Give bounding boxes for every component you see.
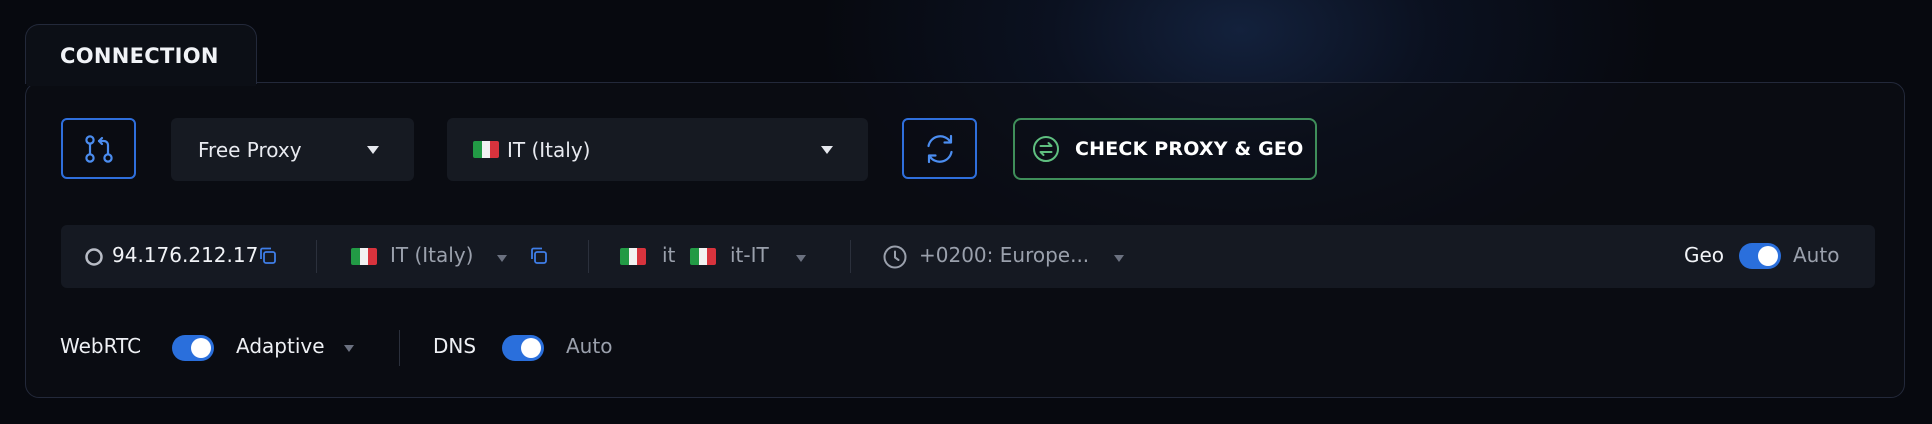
copy-icon[interactable] bbox=[529, 246, 549, 266]
git-compare-icon bbox=[84, 134, 113, 163]
language-short: it bbox=[662, 243, 676, 267]
panel-title: CONNECTION bbox=[60, 44, 219, 68]
webrtc-toggle[interactable] bbox=[172, 335, 214, 361]
swap-proxy-button[interactable] bbox=[61, 118, 136, 179]
geo-label: Geo bbox=[1684, 243, 1725, 267]
refresh-icon bbox=[926, 134, 953, 163]
proxy-type-select[interactable]: Free Proxy bbox=[171, 118, 414, 181]
chevron-down-icon bbox=[344, 345, 354, 352]
webrtc-label: WebRTC bbox=[60, 334, 142, 358]
chevron-down-icon bbox=[497, 255, 507, 262]
copy-icon[interactable] bbox=[258, 246, 278, 266]
divider bbox=[399, 330, 400, 366]
chevron-down-icon bbox=[1114, 255, 1124, 262]
toggle-knob bbox=[521, 338, 541, 358]
check-proxy-geo-label: CHECK PROXY & GEO bbox=[1075, 138, 1304, 160]
italy-flag-icon bbox=[690, 248, 716, 265]
clock-icon bbox=[883, 245, 907, 269]
divider bbox=[588, 240, 589, 273]
refresh-button[interactable] bbox=[902, 118, 977, 179]
webrtc-mode: Adaptive bbox=[236, 334, 325, 358]
country-select[interactable]: IT (Italy) bbox=[447, 118, 868, 181]
divider bbox=[850, 240, 851, 273]
webrtc-mode-select[interactable]: Adaptive bbox=[236, 328, 368, 364]
language-select[interactable]: it it-IT bbox=[620, 240, 810, 273]
toggle-knob bbox=[191, 338, 211, 358]
timezone-value: +0200: Europe... bbox=[919, 243, 1090, 267]
geo-mode: Auto bbox=[1793, 243, 1840, 267]
proxy-type-value: Free Proxy bbox=[198, 137, 302, 162]
geo-country-value: IT (Italy) bbox=[390, 243, 474, 267]
italy-flag-icon bbox=[473, 141, 499, 158]
dns-mode: Auto bbox=[566, 334, 613, 358]
check-proxy-geo-button[interactable]: CHECK PROXY & GEO bbox=[1013, 118, 1317, 180]
arrows-exchange-circle-icon bbox=[1033, 136, 1059, 162]
chevron-down-icon bbox=[367, 146, 379, 154]
dns-label: DNS bbox=[433, 334, 477, 358]
italy-flag-icon bbox=[620, 248, 646, 265]
timezone-select[interactable]: +0200: Europe... bbox=[882, 240, 1132, 273]
divider bbox=[316, 240, 317, 273]
geo-toggle[interactable] bbox=[1739, 243, 1781, 269]
country-value: IT (Italy) bbox=[507, 137, 591, 162]
status-circle-icon bbox=[85, 248, 103, 266]
language-locale: it-IT bbox=[730, 243, 769, 267]
chevron-down-icon bbox=[821, 146, 833, 154]
italy-flag-icon bbox=[351, 248, 377, 265]
ip-address: 94.176.212.17 bbox=[112, 243, 259, 267]
toggle-knob bbox=[1758, 246, 1778, 266]
chevron-down-icon bbox=[796, 255, 806, 262]
dns-toggle[interactable] bbox=[502, 335, 544, 361]
geo-country-select[interactable]: IT (Italy) bbox=[390, 240, 520, 273]
